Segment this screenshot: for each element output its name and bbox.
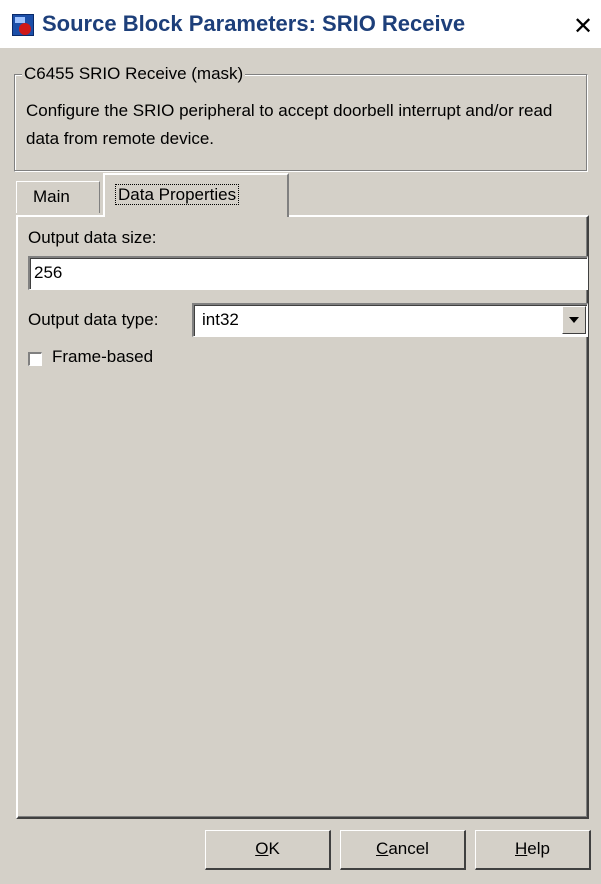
cancel-mnemonic: C — [376, 839, 389, 858]
help-button[interactable]: Help — [475, 830, 591, 870]
output-size-input[interactable]: 256 — [28, 256, 588, 290]
ok-button[interactable]: OK — [205, 830, 331, 870]
cancel-label-rest: ancel — [388, 839, 429, 858]
simulink-block-icon — [12, 14, 34, 36]
output-size-value: 256 — [34, 263, 63, 282]
tab-data-properties-label: Data Properties — [115, 184, 240, 205]
chevron-down-icon[interactable] — [562, 306, 586, 334]
frame-based-label[interactable]: Frame-based — [52, 347, 153, 367]
output-type-select[interactable]: int32 — [192, 303, 588, 337]
mask-description: Configure the SRIO peripheral to accept … — [26, 101, 553, 148]
frame-based-checkbox[interactable] — [28, 352, 42, 366]
help-label-rest: elp — [527, 839, 550, 858]
tab-main-label: Main — [33, 187, 70, 206]
tab-data-properties[interactable]: Data Properties — [103, 173, 289, 217]
tab-main[interactable]: Main — [16, 181, 100, 213]
close-icon: ✕ — [572, 12, 594, 40]
help-mnemonic: H — [515, 839, 528, 858]
output-type-label: Output data type: — [28, 310, 159, 329]
close-button[interactable]: ✕ — [571, 14, 595, 38]
title-bar[interactable]: Source Block Parameters: SRIO Receive ✕ — [0, 0, 601, 48]
mask-groupbox-title: C6455 SRIO Receive (mask) — [22, 64, 246, 84]
window-title: Source Block Parameters: SRIO Receive — [42, 11, 466, 36]
output-size-label: Output data size: — [28, 228, 157, 247]
cancel-button[interactable]: Cancel — [340, 830, 466, 870]
ok-mnemonic: O — [255, 839, 269, 858]
ok-label-rest: K — [268, 839, 280, 858]
output-type-value: int32 — [202, 310, 239, 329]
